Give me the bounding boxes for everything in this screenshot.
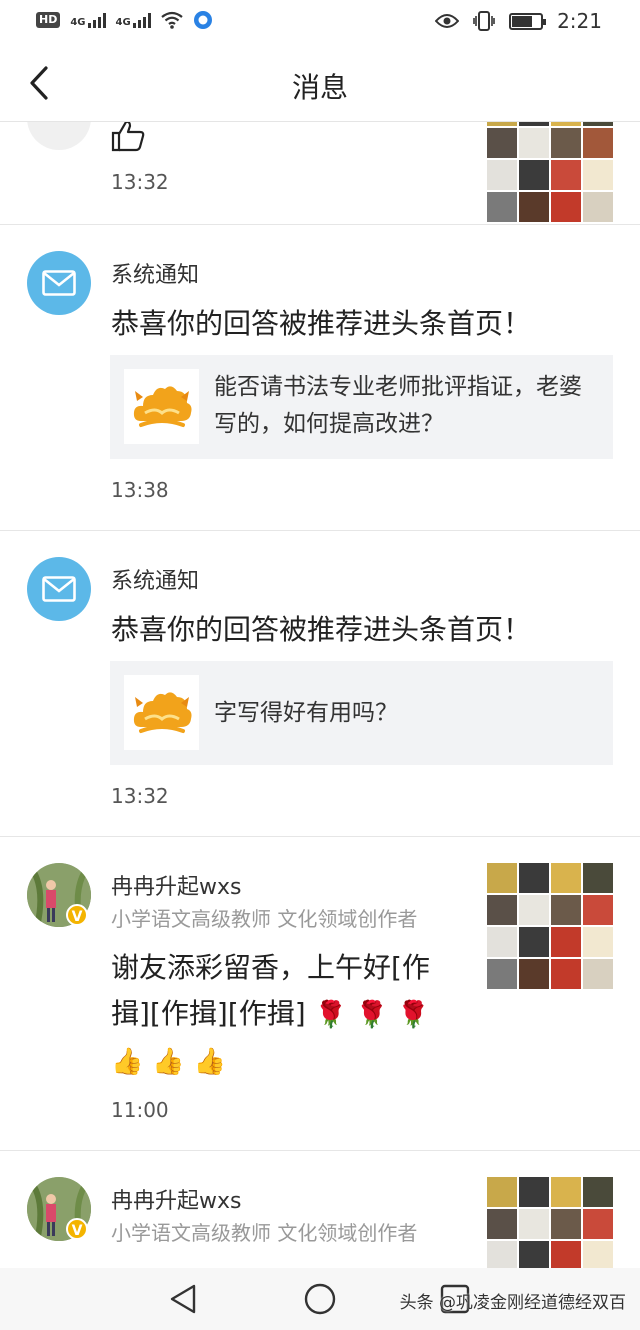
sender-name[interactable]: 冉冉升起wxs — [111, 869, 241, 901]
message-list[interactable]: 13:32 系统通知 恭喜你的回答被推荐进头条首页！ 能否请书法专业老师批评指证… — [0, 122, 640, 1268]
post-thumbnail[interactable] — [487, 863, 613, 989]
thumbs-up-emoji: 👍 — [152, 1047, 185, 1077]
clock: 2:21 — [557, 9, 602, 33]
avatar[interactable] — [27, 122, 91, 150]
sim2-signal: 4G — [116, 12, 151, 28]
list-item[interactable]: 系统通知 恭喜你的回答被推荐进头条首页！ 能否请书法专业老师批评指证，老婆写的，… — [0, 225, 640, 531]
post-thumbnail[interactable] — [487, 122, 613, 222]
avatar[interactable] — [27, 557, 91, 621]
quoted-question-card[interactable]: 能否请书法专业老师批评指证，老婆写的，如何提高改进？ — [110, 355, 613, 459]
message-time: 13:32 — [111, 170, 169, 194]
sender-title: 小学语文高级教师 文化领域创作者 — [111, 1221, 418, 1245]
list-item[interactable]: 13:32 — [0, 122, 640, 225]
mail-icon — [42, 576, 76, 602]
cloud-logo-icon — [133, 691, 191, 733]
wifi-icon — [161, 11, 183, 29]
list-item[interactable]: V 冉冉升起wxs 小学语文高级教师 文化领域创作者 — [0, 1151, 640, 1268]
message-text: 恭喜你的回答被推荐进头条首页！ — [111, 307, 532, 340]
sender-name: 系统通知 — [111, 569, 200, 594]
nav-bar: 消息 — [0, 44, 640, 122]
page-title: 消息 — [291, 71, 348, 104]
list-item[interactable]: V 冉冉升起wxs 小学语文高级教师 文化领域创作者 谢友添彩留香，上午好[作揖… — [0, 837, 640, 1151]
verified-badge-icon: V — [66, 1218, 88, 1240]
post-thumbnail[interactable] — [487, 1177, 613, 1268]
battery-icon — [509, 12, 547, 30]
rose-emoji: 🌹 — [314, 1000, 347, 1030]
list-item[interactable]: 系统通知 恭喜你的回答被推荐进头条首页！ 字写得好有用吗？ 13:32 — [0, 531, 640, 837]
question-logo — [124, 675, 199, 750]
rose-emoji: 🌹 — [355, 1000, 389, 1030]
sender-title: 小学语文高级教师 文化领域创作者 — [111, 907, 418, 931]
question-logo — [124, 369, 199, 444]
thumbs-up-emoji: 👍 — [111, 1047, 144, 1077]
watermark: 头条 @巩凌金刚经道德经双百 — [399, 1293, 626, 1313]
question-text: 字写得好有用吗？ — [214, 700, 398, 726]
sim1-signal: 4G — [70, 12, 106, 28]
back-triangle-icon[interactable] — [166, 1282, 200, 1316]
mail-icon — [42, 270, 76, 296]
avatar[interactable] — [27, 251, 91, 315]
sender-name: 系统通知 — [111, 263, 200, 288]
rose-emoji: 🌹 — [397, 1000, 430, 1030]
eye-icon — [435, 14, 460, 28]
vibrate-icon — [473, 11, 495, 31]
message-time: 11:00 — [111, 1098, 169, 1122]
sender-name[interactable]: 冉冉升起wxs — [111, 1183, 241, 1215]
message-text: 谢友添彩留香，上午好[作揖][作揖][作揖] 🌹 🌹 🌹 👍 👍 👍 — [111, 945, 441, 1085]
question-text: 能否请书法专业老师批评指证，老婆写的，如何提高改进？ — [214, 374, 582, 437]
app-notification-icon — [193, 11, 212, 29]
message-time: 13:38 — [111, 478, 169, 502]
status-bar: HD 4G 4G 2:21 — [0, 0, 640, 44]
cloud-logo-icon — [133, 385, 191, 427]
message-text: 恭喜你的回答被推荐进头条首页！ — [111, 613, 532, 646]
hd-indicator: HD — [36, 12, 61, 28]
system-nav-bar: 头条 @巩凌金刚经道德经双百 — [0, 1268, 640, 1330]
quoted-question-card[interactable]: 字写得好有用吗？ — [110, 661, 613, 765]
thumbs-up-emoji: 👍 — [193, 1047, 226, 1077]
message-time: 13:32 — [111, 784, 169, 808]
home-circle-icon[interactable] — [303, 1282, 337, 1316]
thumbs-up-icon — [111, 122, 145, 152]
verified-badge-icon: V — [66, 904, 88, 926]
